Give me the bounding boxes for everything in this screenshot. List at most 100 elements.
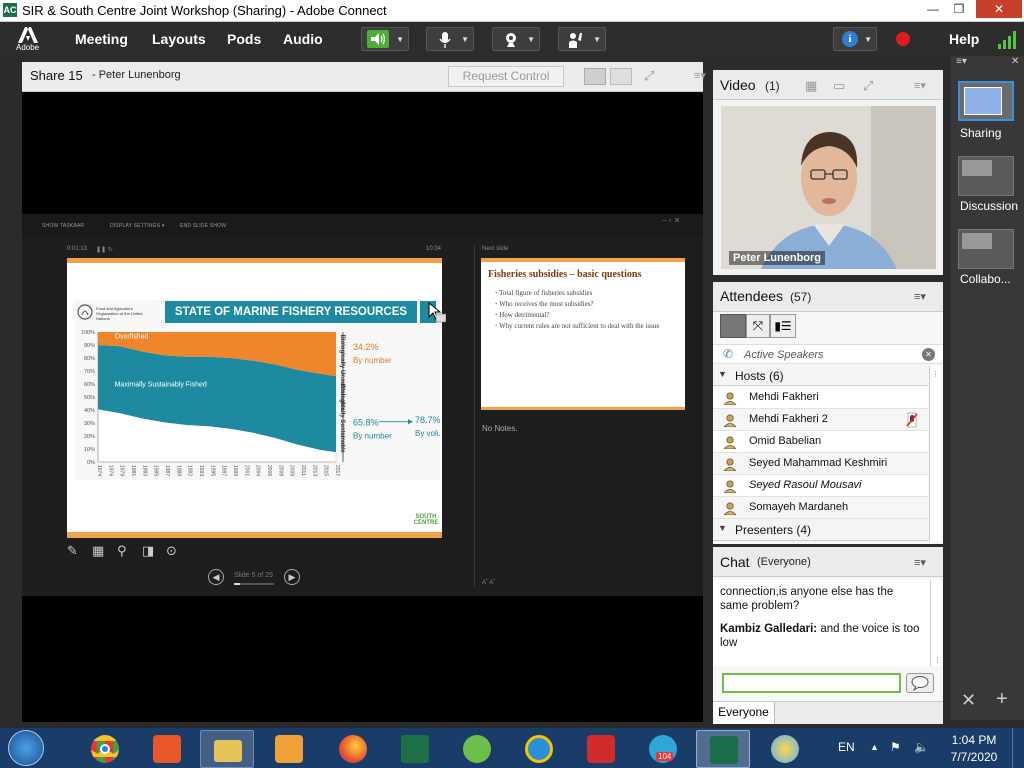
layouts-menu-icon[interactable]: ≡▾: [956, 56, 967, 67]
manage-layouts-icon[interactable]: ✕: [961, 690, 976, 711]
show-desktop-button[interactable]: [1012, 728, 1024, 768]
attendee-row[interactable]: Mehdi Fakheri: [713, 387, 928, 409]
attendee-row[interactable]: Somayeh Mardaneh: [713, 497, 928, 519]
hosts-group-header[interactable]: ▼ Hosts (6): [713, 366, 928, 386]
file-explorer-taskbar-icon[interactable]: [200, 730, 254, 768]
attendee-row[interactable]: Seyed Rasoul Mousavi: [713, 475, 928, 497]
presenters-group-header[interactable]: ▼ Presenters (4): [713, 519, 928, 541]
presenter-divider: [474, 246, 475, 586]
next-slide-bullets: Total figure of fisheries subsidies Who …: [495, 288, 660, 332]
attendee-name: Mehdi Fakheri 2: [749, 413, 828, 425]
attendee-row[interactable]: Seyed Mahammad Keshmiri: [713, 453, 928, 475]
excel-taskbar-icon[interactable]: [388, 730, 442, 768]
psiphon-taskbar-icon[interactable]: [574, 730, 628, 768]
chat-scrollbar[interactable]: ⋮: [930, 580, 942, 666]
zoom-icon[interactable]: ⚲: [117, 543, 133, 559]
previous-slide-button[interactable]: ◀: [208, 569, 224, 585]
pen-tool-icon[interactable]: ✎: [67, 543, 83, 559]
layout-discussion-thumb[interactable]: [958, 156, 1014, 196]
full-screen-view-icon[interactable]: [610, 68, 632, 85]
fit-width-icon[interactable]: [584, 68, 606, 85]
microphone-button[interactable]: ▼: [426, 27, 474, 51]
breakout-rooms-icon[interactable]: ⤧: [746, 314, 770, 338]
next-slide-bullet: Total figure of fisheries subsidies: [495, 288, 660, 299]
video-fullscreen-icon[interactable]: ⤢: [863, 78, 873, 94]
office-app-taskbar-icon[interactable]: [140, 730, 194, 768]
menu-pods[interactable]: Pods: [227, 31, 261, 47]
display-settings-link[interactable]: DISPLAY SETTINGS ▾: [110, 223, 165, 229]
video-grid-layout-icon[interactable]: ▦: [805, 78, 817, 94]
more-options-icon[interactable]: ⊙: [166, 543, 182, 559]
layout-discussion-label[interactable]: Discussion: [960, 199, 1018, 213]
attendees-menu-icon[interactable]: ≡▾: [914, 290, 926, 303]
attendee-row[interactable]: Omid Babelian: [713, 431, 928, 453]
close-active-speakers-icon[interactable]: ✕: [922, 348, 935, 361]
add-layout-icon[interactable]: +: [996, 688, 1008, 711]
chat-input[interactable]: [722, 673, 901, 693]
black-screen-icon[interactable]: ◨: [142, 543, 158, 559]
x-tick-label: 2017: [334, 465, 340, 476]
adobe-brand-label: Adobe: [16, 43, 40, 52]
parrot-app-taskbar-icon[interactable]: [450, 730, 504, 768]
attendees-scrollbar[interactable]: ⋮: [929, 366, 941, 542]
layout-sharing-label[interactable]: Sharing: [960, 126, 1001, 140]
telegram-taskbar-icon[interactable]: [636, 730, 690, 768]
chrome-taskbar-icon[interactable]: [78, 730, 132, 768]
pod-options-icon[interactable]: ≡▾: [694, 69, 706, 82]
attendee-row[interactable]: Mehdi Fakheri 2: [713, 409, 928, 431]
see-all-slides-icon[interactable]: ▦: [92, 543, 108, 559]
show-taskbar-link[interactable]: SHOW TASKBAR: [42, 223, 84, 229]
media-player-taskbar-icon[interactable]: [262, 730, 316, 768]
video-pod-title: Video: [720, 77, 756, 93]
slide-counter: Slide 5 of 29: [234, 572, 273, 579]
layout-sharing-thumb[interactable]: [958, 81, 1014, 121]
record-icon[interactable]: [896, 32, 910, 46]
attendee-status-view-icon[interactable]: ▮☰: [770, 314, 796, 338]
paint-taskbar-icon[interactable]: [758, 730, 812, 768]
raise-hand-button[interactable]: ▼: [558, 27, 606, 51]
fullscreen-icon[interactable]: ⤢: [644, 68, 654, 84]
menu-audio[interactable]: Audio: [283, 31, 323, 47]
webcam-button[interactable]: ▼: [492, 27, 540, 51]
close-layouts-icon[interactable]: ✕: [1011, 56, 1019, 67]
chat-tab-everyone[interactable]: Everyone: [713, 702, 775, 724]
notes-font-size-controls[interactable]: Aˆ Aˇ: [482, 580, 495, 586]
network-flag-icon[interactable]: ⚑: [890, 740, 901, 754]
series-label: Underfished: [137, 440, 175, 447]
series-label: Overfished: [115, 334, 149, 341]
video-filmstrip-icon[interactable]: ▭: [833, 78, 845, 94]
minimize-button[interactable]: —: [920, 0, 946, 18]
close-button[interactable]: ✕: [976, 0, 1022, 18]
info-icon: i: [842, 31, 858, 47]
request-control-button[interactable]: Request Control: [448, 66, 564, 87]
adobe-connect-taskbar-icon[interactable]: [696, 730, 750, 768]
start-button-icon[interactable]: [8, 730, 44, 766]
speaker-toggle-button[interactable]: ▼: [361, 27, 409, 51]
slide-title: STATE OF MARINE FISHERY RESOURCES: [165, 301, 417, 323]
system-clock[interactable]: 1:04 PM 7/7/2020: [944, 733, 1004, 764]
sustainable-label: Biologically Sustainable: [339, 384, 345, 454]
layout-collaboration-label[interactable]: Collabo...: [960, 272, 1011, 286]
chat-menu-icon[interactable]: ≡▾: [914, 556, 926, 569]
microphone-icon: [437, 31, 453, 49]
end-slide-show-link[interactable]: END SLIDE SHOW: [180, 223, 226, 229]
next-slide-button[interactable]: ▶: [284, 569, 300, 585]
menu-layouts[interactable]: Layouts: [152, 31, 206, 47]
layout-collaboration-thumb[interactable]: [958, 229, 1014, 269]
volume-icon[interactable]: 🔈: [914, 740, 929, 754]
send-message-button[interactable]: [906, 673, 934, 693]
presenter-window-controls-icon[interactable]: – ▫ ✕: [662, 216, 680, 225]
show-hidden-icons-icon[interactable]: ▲: [870, 742, 879, 752]
help-menu[interactable]: Help: [949, 31, 979, 47]
video-pod-menu-icon[interactable]: ≡▾: [914, 79, 926, 92]
keyboard-language[interactable]: EN: [838, 740, 855, 754]
pause-reset-icon[interactable]: ❚❚ ↻: [96, 246, 113, 253]
attendee-list-view-icon[interactable]: [720, 314, 746, 338]
maximize-button[interactable]: ❐: [946, 0, 972, 18]
menu-meeting[interactable]: Meeting: [75, 31, 128, 47]
chart-annotation: 65.8%: [353, 418, 379, 428]
firefox-taskbar-icon[interactable]: [326, 730, 380, 768]
window-title: SIR & South Centre Joint Workshop (Shari…: [22, 3, 387, 18]
info-button[interactable]: i ▼: [833, 27, 877, 51]
internet-explorer-taskbar-icon[interactable]: [512, 730, 566, 768]
